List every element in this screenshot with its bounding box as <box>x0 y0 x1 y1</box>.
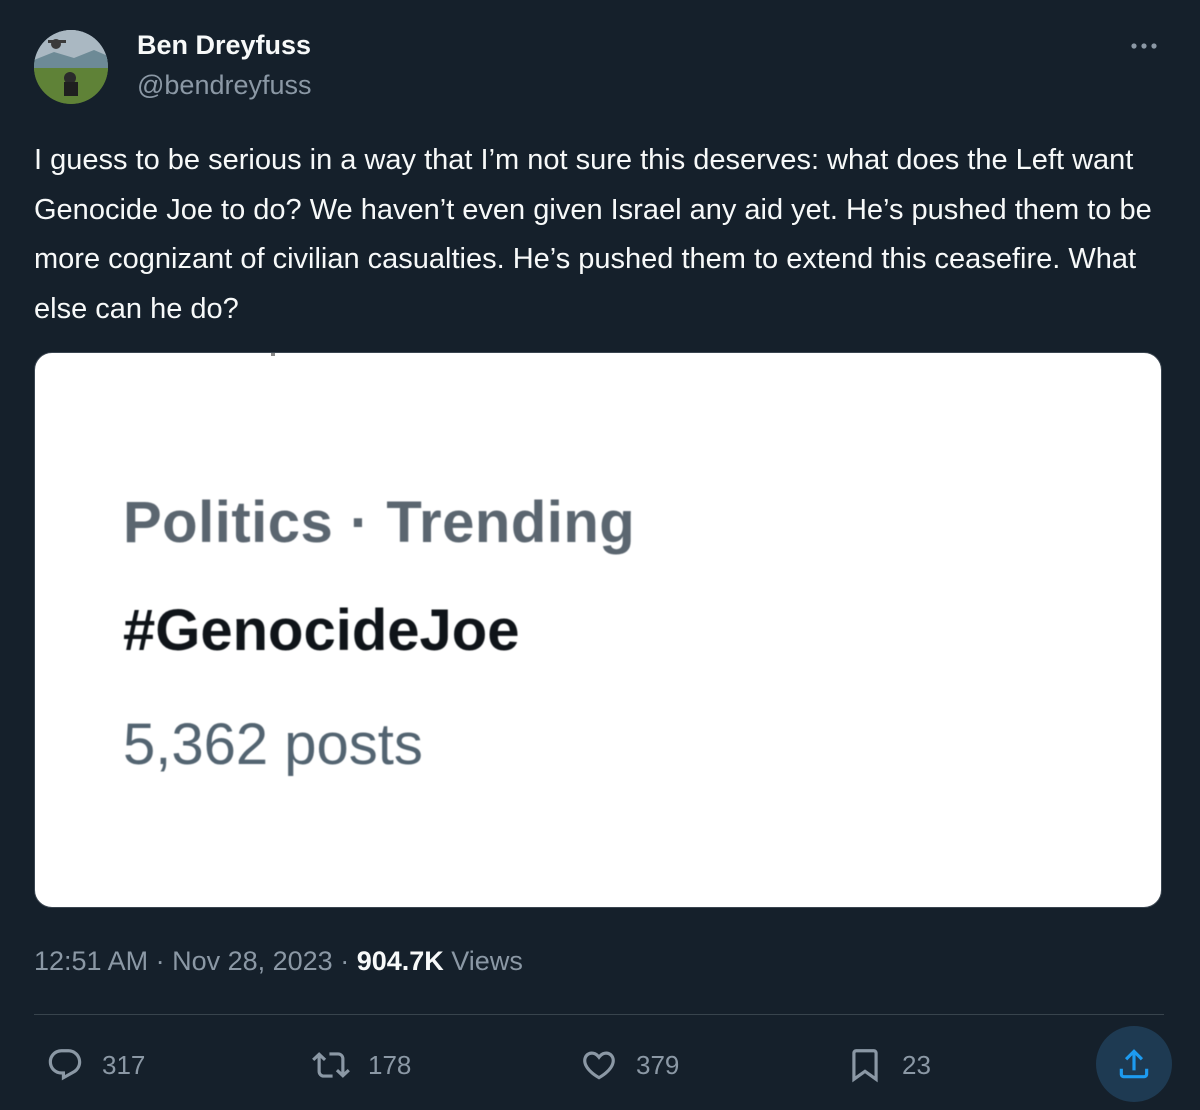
author-name[interactable]: Ben Dreyfuss <box>137 30 311 61</box>
share-icon <box>1119 1049 1149 1079</box>
more-icon <box>1131 43 1157 49</box>
trend-hashtag: #GenocideJoe <box>123 598 520 663</box>
author-avatar[interactable] <box>34 30 108 104</box>
views-count: 904.7K <box>356 946 444 976</box>
author-handle[interactable]: @bendreyfuss <box>137 70 312 101</box>
repost-icon <box>312 1052 350 1078</box>
trend-category: Politics · Trending <box>123 490 636 555</box>
like-button[interactable]: 379 <box>580 1040 679 1090</box>
tweet-media-image[interactable]: Politics · Trending #GenocideJoe 5,362 p… <box>34 352 1162 908</box>
tweet-time[interactable]: 12:51 AM <box>34 946 148 976</box>
tweet-text: I guess to be serious in a way that I’m … <box>34 144 1152 325</box>
more-options-button[interactable] <box>1124 34 1164 58</box>
repost-count: 178 <box>368 1049 412 1080</box>
bookmark-icon <box>852 1049 878 1083</box>
like-count: 379 <box>636 1049 680 1080</box>
heart-icon <box>583 1051 615 1080</box>
share-button[interactable] <box>1096 1026 1172 1102</box>
trend-post-count: 5,362 posts <box>123 712 423 777</box>
avatar-photo <box>34 30 108 104</box>
bookmark-button[interactable]: 23 <box>846 1040 931 1090</box>
meta-separator: · <box>148 946 173 976</box>
meta-separator: · <box>332 946 357 976</box>
tweet-date[interactable]: Nov 28, 2023 <box>172 946 333 976</box>
bookmark-count: 23 <box>902 1049 931 1080</box>
repost-button[interactable]: 178 <box>312 1040 411 1090</box>
divider <box>34 1014 1164 1015</box>
views-label: Views <box>443 946 523 976</box>
tweet-meta: 12:51 AM · Nov 28, 2023 · 904.7K Views <box>34 946 523 977</box>
reply-icon <box>48 1049 82 1081</box>
reply-button[interactable]: 317 <box>46 1040 145 1090</box>
reply-count: 317 <box>102 1049 146 1080</box>
image-artifact <box>271 353 275 356</box>
